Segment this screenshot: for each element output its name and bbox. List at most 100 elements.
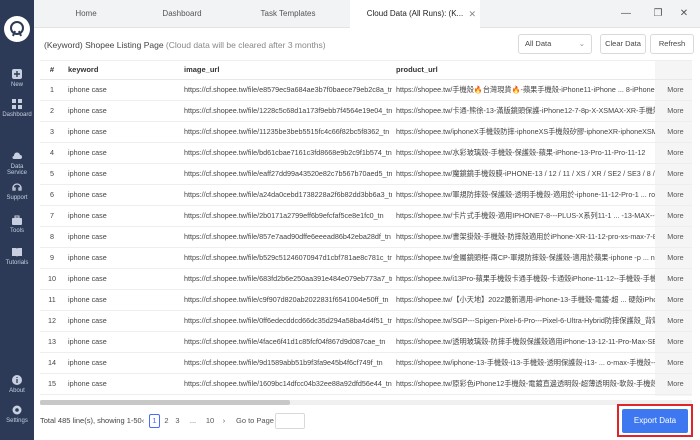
tab-label: Home [75,9,97,18]
table-row[interactable]: 14 iphone case https://cf.shopee.tw/file/9… [40,352,692,374]
row-index: 5 [40,163,64,185]
more-button[interactable]: More [655,79,692,101]
table-row[interactable]: 4 iphone case https://cf.shopee.tw/file/bd… [40,142,692,164]
more-button[interactable]: More [655,226,692,248]
scrollbar-thumb[interactable] [40,400,290,405]
chevron-down-icon: ⌄ [578,39,585,48]
more-button[interactable]: More [655,310,692,332]
row-index: 6 [40,184,64,206]
maximize-icon[interactable]: ❐ [648,0,668,28]
sidebar-item-tutorials[interactable]: Tutorials [0,246,34,266]
more-button[interactable]: More [655,352,692,374]
sidebar: New Dashboard Data Service Support Tools… [0,0,34,440]
table-row[interactable]: 5 iphone case https://cf.shopee.tw/file/ea… [40,163,692,185]
table-row[interactable]: 15 iphone case https://cf.shopee.tw/file/1… [40,373,692,395]
data-filter-select[interactable]: All Data ⌄ [518,34,592,54]
table-row[interactable]: 9 iphone case https://cf.shopee.tw/file/b5… [40,247,692,269]
table-row[interactable]: 1 iphone case https://cf.shopee.tw/file/e8… [40,79,692,101]
image-url-cell: https://cf.shopee.tw/file/b529c512460709… [180,247,392,269]
table-row[interactable]: 12 iphone case https://cf.shopee.tw/file/0… [40,310,692,332]
table-header-row: # keyword image_url product_url [40,61,692,80]
more-button[interactable]: More [655,142,692,164]
product-url-cell: https://shopee.tw/透明清晰保護貼-玻璃貼-背貼適用iPhone… [392,394,655,396]
row-index: 13 [40,331,64,353]
keyword-cell: iphone case [64,352,180,374]
row-index: 2 [40,100,64,122]
prev-page-icon[interactable]: ‹ [139,412,147,430]
column-header[interactable]: product_url [392,61,655,80]
sidebar-item-data-service[interactable]: Data Service [0,150,34,176]
more-button[interactable]: More [655,331,692,353]
table-row[interactable]: 6 iphone case https://cf.shopee.tw/file/a2… [40,184,692,206]
window-close-icon[interactable]: ✕ [674,0,694,28]
page-3[interactable]: 3 [173,412,182,430]
more-button[interactable]: More [655,247,692,269]
product-url-cell: https://shopee.tw/iphone-13-手機殼-i13-手機殼-… [392,352,655,374]
page-ellipsis[interactable]: ... [186,412,200,430]
sidebar-item-new[interactable]: New [0,68,34,88]
product-url-cell: https://shopee.tw/【小天地】2022最新適用-iPhone-1… [392,289,655,311]
page-10[interactable]: 10 [204,412,216,430]
keyword-cell: iphone case [64,142,180,164]
goto-page-label: Go to Page [236,416,274,425]
row-index: 11 [40,289,64,311]
tab-dashboard[interactable]: Dashboard [138,0,226,28]
clear-data-button[interactable]: Clear Data [600,34,646,54]
refresh-button[interactable]: Refresh [650,34,694,54]
total-lines-text: Total 485 line(s), showing 1-50 [40,416,142,425]
sidebar-item-support[interactable]: Support [0,181,34,201]
table-row[interactable]: 7 iphone case https://cf.shopee.tw/file/2b… [40,205,692,227]
tab-cloud-data[interactable]: Cloud Data (All Runs): (K... ✕ [350,0,480,28]
product-url-cell: https://shopee.tw/卡片式手機殼-適用IPHONE7-8---P… [392,205,655,227]
close-icon[interactable]: ✕ [468,0,476,28]
data-table[interactable]: # keyword image_url product_url 1 iphone … [40,60,692,396]
keyword-cell: iphone case [64,268,180,290]
sidebar-item-dashboard[interactable]: Dashboard [0,98,34,118]
goto-page-input[interactable] [275,413,305,429]
horizontal-scrollbar[interactable] [40,400,692,405]
column-header[interactable]: image_url [180,61,392,80]
image-url-cell: https://cf.shopee.tw/file/1609bc14dfcc04… [180,373,392,395]
keyword-cell: iphone case [64,289,180,311]
more-button[interactable]: More [655,373,692,395]
page-title-note: (Cloud data will be cleared after 3 mont… [165,40,326,50]
product-url-cell: https://shopee.tw/卡通-熊徐-13-滿版鏡頭保護-iPhone… [392,100,655,122]
more-button[interactable]: More [655,184,692,206]
image-url-cell: https://cf.shopee.tw/file/e8579ec9a684ae… [180,79,392,101]
column-header[interactable]: keyword [64,61,180,80]
image-url-cell: https://cf.shopee.tw/file/683fd2b6e250aa… [180,268,392,290]
table-row[interactable]: 11 iphone case https://cf.shopee.tw/file/c… [40,289,692,311]
more-button[interactable]: More [655,394,692,396]
image-url-cell: https://cf.shopee.tw/file/bd61cbae7161c3… [180,142,392,164]
table-row[interactable]: 8 iphone case https://cf.shopee.tw/file/85… [40,226,692,248]
more-button[interactable]: More [655,100,692,122]
keyword-cell: iphone case [64,331,180,353]
product-url-cell: https://shopee.tw/金屬鏡頭框-兩CP-軍規防摔殼-保護殼-適用… [392,247,655,269]
table-row[interactable]: 13 iphone case https://cf.shopee.tw/file/4… [40,331,692,353]
column-header: # [40,61,64,80]
table-row[interactable]: 3 iphone case https://cf.shopee.tw/file/11… [40,121,692,143]
sidebar-item-label: Tools [9,228,24,234]
more-button[interactable]: More [655,163,692,185]
sidebar-item-about[interactable]: About [0,374,34,394]
table-row[interactable]: 2 iphone case https://cf.shopee.tw/file/12… [40,100,692,122]
more-button[interactable]: More [655,268,692,290]
page-1[interactable]: 1 [149,414,160,428]
keyword-cell: iphone case [64,373,180,395]
product-url-cell: https://shopee.tw/魔鏡鏡手機殼膜-iPHONE-13 / 12… [392,163,655,185]
more-button[interactable]: More [655,289,692,311]
table-row[interactable]: 16iphone casehttps://cf.shopee.tw/file/b… [40,394,692,396]
more-button[interactable]: More [655,205,692,227]
minimize-icon[interactable]: — [616,0,636,28]
export-data-button[interactable]: Export Data [622,409,688,433]
more-button[interactable]: More [655,121,692,143]
next-page-icon[interactable]: › [220,412,228,430]
page-2[interactable]: 2 [162,412,171,430]
tab-task-templates[interactable]: Task Templates [226,0,350,28]
row-index: 8 [40,226,64,248]
table-row[interactable]: 10 iphone case https://cf.shopee.tw/file/6… [40,268,692,290]
sidebar-item-settings[interactable]: Settings [0,404,34,424]
tab-home[interactable]: Home [34,0,138,28]
sidebar-item-label: Dashboard [2,112,32,118]
sidebar-item-tools[interactable]: Tools [0,214,34,234]
